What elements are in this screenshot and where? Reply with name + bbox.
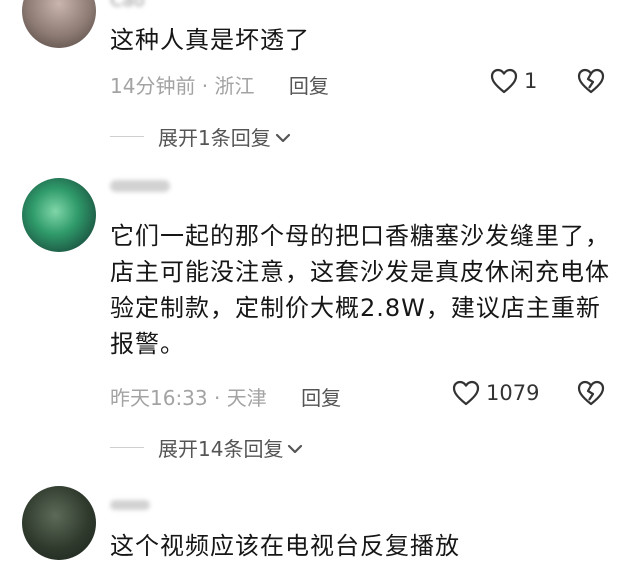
comment-time-location: 昨天16:33 · 天津 [110, 386, 267, 410]
broken-heart-icon [577, 68, 605, 94]
divider-line [110, 447, 144, 448]
chevron-down-icon [275, 125, 291, 149]
expand-replies-label: 展开1条回复 [158, 126, 271, 150]
like-count: 1 [524, 69, 538, 93]
divider-line [110, 136, 144, 137]
comment-username[interactable] [110, 180, 170, 192]
comment-meta: 14分钟前 · 浙江 回复 [110, 70, 329, 99]
comment-text: 它们一起的那个母的把口香糖塞沙发缝里了，店主可能没注意，这套沙发是真皮休闲充电体… [110, 222, 610, 358]
broken-heart-icon [577, 380, 605, 406]
expand-replies-button[interactable]: 展开14条回复 [110, 433, 303, 462]
reply-button[interactable]: 回复 [301, 386, 341, 410]
like-button[interactable]: 1079 [452, 380, 539, 406]
comment-time-location: 14分钟前 · 浙江 [110, 74, 255, 98]
comment-meta: 昨天16:33 · 天津 回复 [110, 382, 341, 411]
heart-outline-icon [452, 380, 480, 406]
like-count: 1079 [486, 381, 540, 405]
expand-replies-button[interactable]: 展开1条回复 [110, 122, 291, 151]
avatar[interactable] [22, 178, 96, 252]
comment-text: 这种人真是坏透了 [110, 26, 310, 54]
dislike-button[interactable] [577, 380, 605, 406]
like-button[interactable]: 1 [490, 68, 537, 94]
dislike-button[interactable] [577, 68, 605, 94]
avatar[interactable] [22, 486, 96, 560]
comment-username[interactable] [110, 500, 150, 510]
expand-replies-label: 展开14条回复 [158, 437, 284, 461]
reply-button[interactable]: 回复 [289, 74, 329, 98]
chevron-down-icon [287, 436, 303, 460]
comment-username[interactable]: Cao [110, 0, 145, 11]
comment-text: 这个视频应该在电视台反复播放 [110, 532, 460, 560]
heart-outline-icon [490, 68, 518, 94]
avatar[interactable] [22, 0, 96, 48]
